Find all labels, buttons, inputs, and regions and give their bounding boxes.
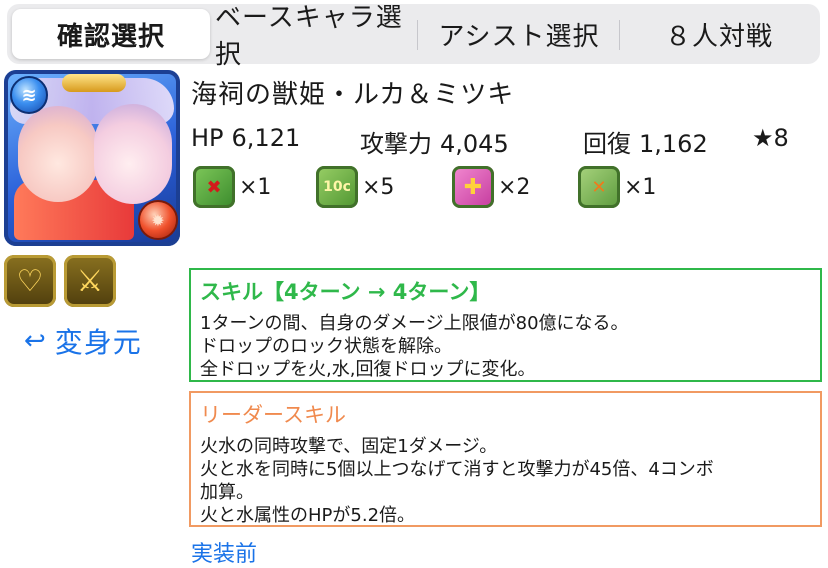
hp-stat: HP 6,121 (191, 124, 300, 152)
tab-base-character[interactable]: ベースキャラ選択 (215, 3, 415, 70)
leader-skill-box: リーダースキル 火水の同時攻撃で、固定1ダメージ。 火と水を同時に5個以上つなげ… (189, 391, 822, 527)
attack-stat: 攻撃力 4,045 (360, 124, 509, 159)
active-skill-box: スキル【4ターン → 4ターン】 1ターンの間、自身のダメージ上限値が80億にな… (189, 268, 822, 382)
combo-10-icon: 10c (316, 166, 358, 208)
recovery-value: 1,162 (639, 130, 708, 158)
back-arrow-icon: ↩ (24, 326, 47, 356)
leader-skill-line: 加算。 (200, 482, 254, 503)
bind-resist-icon: ✕ (578, 166, 620, 208)
transform-origin-label: 変身元 (54, 326, 142, 359)
leader-skill-header: リーダースキル (200, 403, 346, 427)
leader-skill-line: 火と水を同時に5個以上つなげて消すと攻撃力が45倍、4コンボ (200, 459, 714, 480)
hp-label: HP (191, 124, 224, 152)
tab-8-player[interactable]: ８人対戦 (621, 9, 817, 59)
tab-divider (619, 20, 620, 50)
water-orb-icon: ≋ (10, 76, 48, 114)
tab-bar: 確認選択 ベースキャラ選択 アシスト選択 ８人対戦 (7, 3, 820, 70)
heart-awakening-icon[interactable]: ♡ (4, 255, 56, 307)
recovery-label: 回復 (583, 130, 631, 158)
leader-skill-line: 火と水属性のHPが5.2倍。 (200, 505, 416, 526)
tab-divider (417, 20, 418, 50)
attack-label: 攻撃力 (360, 130, 432, 158)
implementation-status[interactable]: 実装前 (191, 536, 257, 568)
active-skill-line: 1ターンの間、自身のダメージ上限値が80億になる。 (200, 313, 629, 334)
latent-count: ×1 (239, 174, 272, 200)
active-skill-line: ドロップのロック状態を解除。 (200, 336, 452, 357)
sword-awakening-icon[interactable]: ⚔ (64, 255, 116, 307)
latent-count: ×1 (624, 174, 657, 200)
latent-item[interactable]: ✖ ×1 (193, 166, 271, 208)
star-rarity: ★8 (752, 124, 789, 152)
leader-skill-line: 火水の同時攻撃で、固定1ダメージ。 (200, 436, 498, 457)
portrait-crown (62, 74, 126, 92)
portrait-character-left (18, 106, 98, 202)
tab-assist[interactable]: アシスト選択 (419, 9, 619, 59)
latent-item[interactable]: 10c ×5 (316, 166, 394, 208)
latent-item[interactable]: ✕ ×1 (578, 166, 656, 208)
tab-confirm[interactable]: 確認選択 (12, 9, 210, 59)
active-skill-line: 全ドロップを火,水,回復ドロップに変化。 (200, 359, 536, 380)
hp-value: 6,121 (231, 124, 301, 152)
active-skill-header: スキル【4ターン → 4ターン】 (200, 280, 491, 304)
recovery-stat: 回復 1,162 (583, 124, 708, 159)
latent-count: ×5 (362, 174, 395, 200)
attack-value: 4,045 (440, 130, 509, 158)
fire-orb-icon: ✹ (138, 200, 178, 240)
latent-count: ×2 (498, 174, 531, 200)
latent-item[interactable]: ✚ ×2 (452, 166, 530, 208)
heal-plus-icon: ✚ (452, 166, 494, 208)
transform-origin-link[interactable]: ↩ 変身元 (24, 322, 142, 360)
monster-name: 海祠の獣姫・ルカ＆ミツキ (191, 80, 515, 110)
skill-delay-resist-icon: ✖ (193, 166, 235, 208)
monster-portrait[interactable]: ≋ ✹ (4, 70, 180, 246)
portrait-character-right (94, 104, 172, 204)
